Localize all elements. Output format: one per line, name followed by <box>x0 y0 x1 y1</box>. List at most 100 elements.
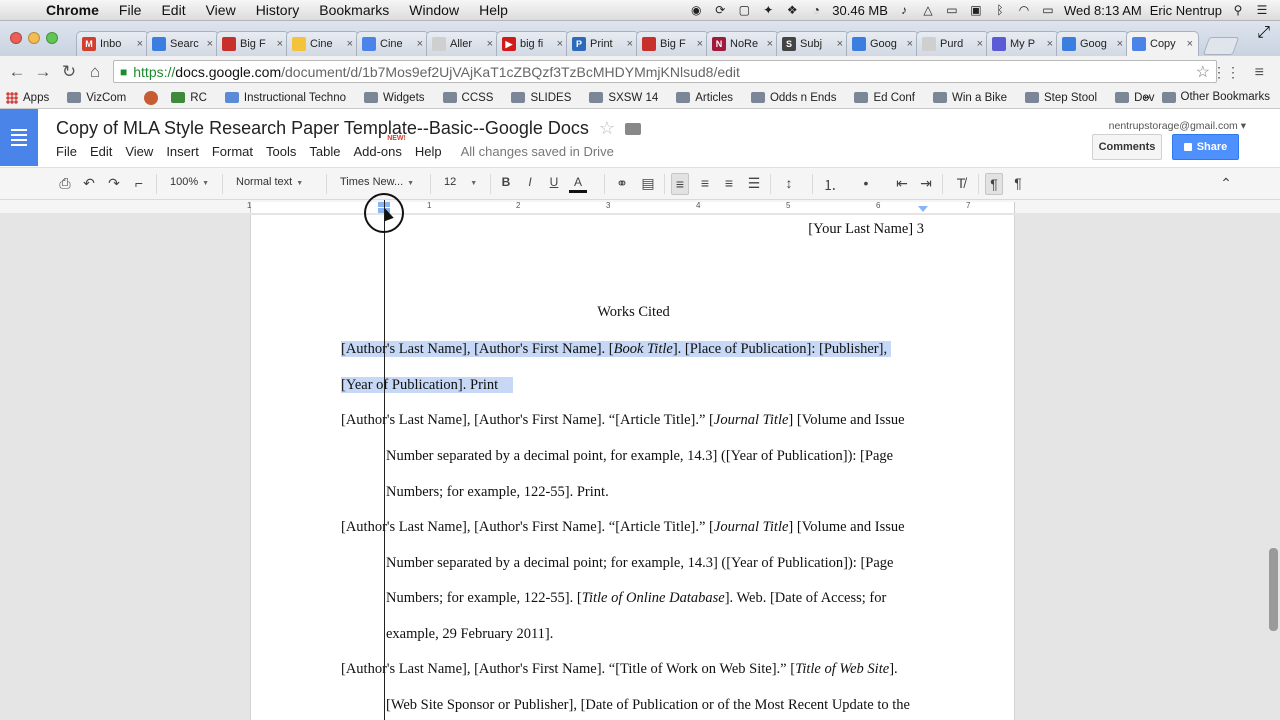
zoom-select[interactable]: 100% ▼ <box>170 176 209 188</box>
entry-1-line-1[interactable]: [Author's Last Name], [Author's First Na… <box>341 341 891 358</box>
tab-close-icon[interactable]: × <box>767 38 773 50</box>
address-bar[interactable]: ■ https://docs.google.com/document/d/1b7… <box>113 60 1217 83</box>
tab-close-icon[interactable]: × <box>347 38 353 50</box>
entry-3-line-3[interactable]: Numbers; for example, 122-55]. [Title of… <box>386 590 886 607</box>
menu-help[interactable]: Help <box>469 2 518 18</box>
docs-menu-view[interactable]: View <box>125 144 153 159</box>
bookmark-rc-site[interactable] <box>144 90 163 105</box>
tab-close-icon[interactable]: × <box>837 38 843 50</box>
bookmark-star-icon[interactable]: ☆ <box>1196 62 1210 82</box>
comments-button[interactable]: Comments <box>1092 134 1162 160</box>
bookmark-instructional[interactable]: Instructional Techno <box>224 92 346 104</box>
docs-home-icon[interactable] <box>0 109 38 166</box>
tab-close-icon[interactable]: × <box>557 38 563 50</box>
collapse-toolbar-icon[interactable]: ⌃ <box>1217 175 1235 192</box>
comment-icon[interactable]: ▤ <box>639 175 657 192</box>
tab-close-icon[interactable]: × <box>1117 38 1123 50</box>
document-title[interactable]: Copy of MLA Style Research Paper Templat… <box>56 118 589 139</box>
increase-indent-icon[interactable]: ⇥ <box>917 175 935 192</box>
docs-menu-addons[interactable]: Add-ons NEW! <box>353 135 405 159</box>
browser-tab[interactable]: Cine × <box>286 31 359 56</box>
page-header[interactable]: [Your Last Name] 3 <box>808 221 924 238</box>
user-name[interactable]: Eric Nentrup <box>1150 3 1222 18</box>
browser-tab[interactable]: Searc × <box>146 31 219 56</box>
line-spacing-icon[interactable]: ↕ <box>780 175 798 191</box>
style-select[interactable]: Normal text ▼ <box>236 176 303 188</box>
browser-tab[interactable]: Goog × <box>1056 31 1129 56</box>
tab-close-icon[interactable]: × <box>977 38 983 50</box>
align-right-icon[interactable]: ≡ <box>720 175 738 191</box>
menu-bookmarks[interactable]: Bookmarks <box>309 2 399 18</box>
browser-tab[interactable]: Big F × <box>216 31 289 56</box>
tab-close-icon[interactable]: × <box>1047 38 1053 50</box>
bookmark-apps[interactable]: Apps <box>6 91 49 104</box>
twitter-icon[interactable]: ✦ <box>760 3 776 17</box>
bookmark-widgets[interactable]: Widgets <box>363 92 425 104</box>
link-icon[interactable]: ⚭ <box>613 175 631 192</box>
font-select[interactable]: Times New... ▼ <box>340 176 414 188</box>
browser-tab[interactable]: Purd × <box>916 31 989 56</box>
minimize-window-icon[interactable] <box>28 32 40 44</box>
new-tab-button[interactable] <box>1202 37 1240 55</box>
works-cited-heading[interactable]: Works Cited <box>251 304 1016 321</box>
browser-tab[interactable]: Goog × <box>846 31 919 56</box>
home-icon[interactable]: ⌂ <box>82 62 108 82</box>
docs-menu-help[interactable]: Help <box>415 144 442 159</box>
underline-icon[interactable]: U <box>545 175 563 189</box>
italic-icon[interactable]: I <box>521 175 539 189</box>
bookmark-edconf[interactable]: Ed Conf <box>854 92 915 104</box>
sync-icon[interactable]: ⟳ <box>712 3 728 17</box>
account-email[interactable]: nentrupstorage@gmail.com ▾ <box>1109 120 1246 132</box>
tab-close-icon[interactable]: × <box>487 38 493 50</box>
menu-view[interactable]: View <box>196 2 246 18</box>
docs-menu-tools[interactable]: Tools <box>266 144 296 159</box>
browser-tab[interactable]: Big F × <box>636 31 709 56</box>
bulleted-list-icon[interactable]: • <box>857 175 875 191</box>
entry-4-line-2[interactable]: [Web Site Sponsor or Publisher], [Date o… <box>386 697 910 714</box>
bookmark-ccss[interactable]: CCSS <box>442 92 493 104</box>
tab-close-icon[interactable]: × <box>907 38 913 50</box>
menu-file[interactable]: File <box>109 2 152 18</box>
entry-3-line-2[interactable]: Number separated by a decimal point; for… <box>386 555 893 572</box>
entry-3-line-1[interactable]: [Author's Last Name], [Author's First Na… <box>341 519 905 536</box>
paint-format-icon[interactable]: ⌐ <box>130 175 148 191</box>
browser-tab[interactable]: Aller × <box>426 31 499 56</box>
entry-1-line-2[interactable]: [Year of Publication]. Print <box>341 377 513 394</box>
chrome-menu-icon[interactable]: ≡ <box>1255 64 1264 82</box>
browser-tab[interactable]: M Inbo × <box>76 31 149 56</box>
browser-tab[interactable]: P Print × <box>566 31 639 56</box>
docs-menu-edit[interactable]: Edit <box>90 144 112 159</box>
undo-icon[interactable]: ↶ <box>80 175 98 192</box>
print-icon[interactable]: ⎙ <box>56 175 74 192</box>
screen-icon[interactable]: ▢ <box>736 3 752 17</box>
browser-tab[interactable]: N NoRe × <box>706 31 779 56</box>
menu-history[interactable]: History <box>246 2 310 18</box>
font-size-select[interactable]: 12 ▼ <box>444 176 477 188</box>
clear-formatting-icon[interactable]: T̸ <box>952 175 970 191</box>
right-indent-marker[interactable] <box>918 206 928 212</box>
align-center-icon[interactable]: ≡ <box>696 175 714 191</box>
tab-close-icon[interactable]: × <box>417 38 423 50</box>
bookmark-vizcom[interactable]: VizCom <box>67 92 126 104</box>
reload-icon[interactable]: ↻ <box>56 62 82 82</box>
record-icon[interactable]: ◉ <box>688 3 704 17</box>
bell-icon[interactable]: ♪ <box>896 3 912 17</box>
bookmark-bike[interactable]: Win a Bike <box>933 92 1007 104</box>
browser-tab[interactable]: Copy × <box>1126 31 1199 56</box>
bluetooth-icon[interactable]: ᛒ <box>992 3 1008 17</box>
tab-close-icon[interactable]: × <box>627 38 633 50</box>
decrease-indent-icon[interactable]: ⇤ <box>893 175 911 192</box>
dropbox-icon[interactable]: ❖ <box>784 3 800 17</box>
bold-icon[interactable]: B <box>497 175 515 189</box>
back-icon[interactable]: ← <box>4 62 30 82</box>
extension-icon[interactable]: ⋮⋮ <box>1212 64 1240 81</box>
forward-icon[interactable]: → <box>30 62 56 82</box>
entry-2-line-2[interactable]: Number separated by a decimal point, for… <box>386 448 893 465</box>
menu-window[interactable]: Window <box>399 2 469 18</box>
star-icon[interactable]: ☆ <box>599 118 615 139</box>
clock[interactable]: Wed 8:13 AM <box>1064 3 1142 18</box>
text-color-icon[interactable]: A <box>569 175 587 193</box>
browser-tab[interactable]: Cine × <box>356 31 429 56</box>
zoom-window-icon[interactable] <box>46 32 58 44</box>
browser-tab[interactable]: ▶ big fi × <box>496 31 569 56</box>
